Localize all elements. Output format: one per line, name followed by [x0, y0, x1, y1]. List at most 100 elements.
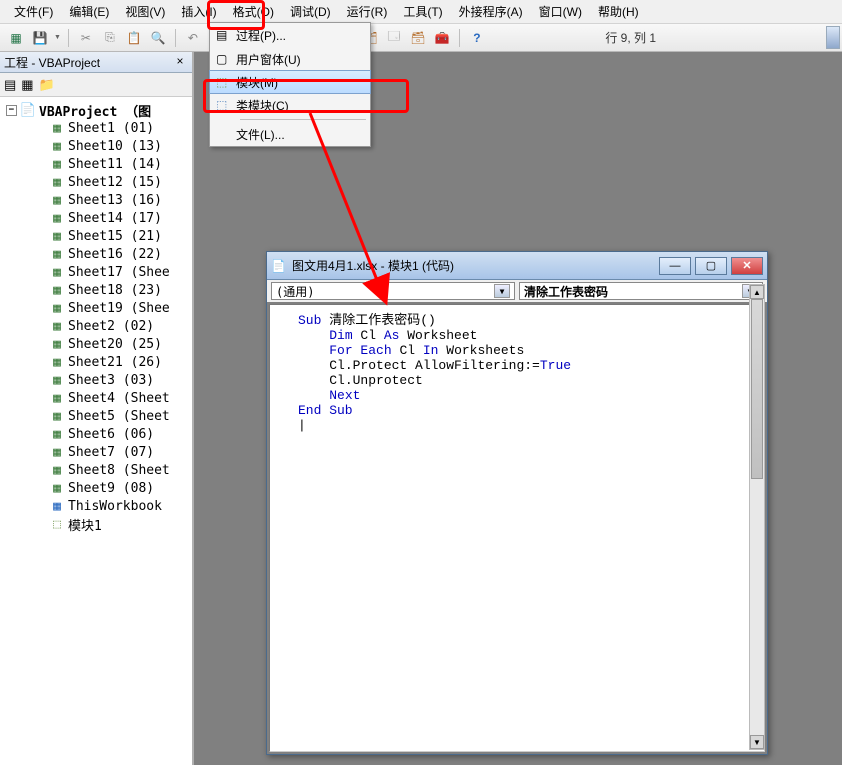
worksheet-icon: ▦: [50, 427, 64, 441]
folder-icon[interactable]: 📁: [39, 77, 55, 93]
project-pane-header: 工程 - VBAProject ×: [0, 52, 192, 73]
procedure-label: 过程(P)...: [236, 27, 286, 44]
classmodule-label: 类模块(C): [236, 97, 289, 114]
paste-icon[interactable]: 📋: [124, 28, 144, 48]
tree-sheet-item[interactable]: ▦Sheet13 (16): [2, 191, 190, 209]
copy-icon[interactable]: ⎘: [100, 28, 120, 48]
tree-sheet-item[interactable]: ▦Sheet3 (03): [2, 371, 190, 389]
worksheet-icon: ▦: [50, 283, 64, 297]
tree-sheet-item[interactable]: ▦Sheet12 (15): [2, 173, 190, 191]
tree-item-label: Sheet15 (21): [68, 229, 162, 244]
code-window-icon: 📄: [271, 259, 286, 273]
insert-file[interactable]: 文件(L)...: [210, 122, 370, 146]
vba-project-icon: 📄: [21, 103, 35, 117]
menu-file[interactable]: 文件(F): [6, 0, 61, 23]
undo-icon[interactable]: ↶: [183, 28, 203, 48]
worksheet-icon: ▦: [50, 337, 64, 351]
menu-window[interactable]: 窗口(W): [531, 0, 590, 23]
menu-help[interactable]: 帮助(H): [590, 0, 647, 23]
menu-tools[interactable]: 工具(T): [395, 0, 450, 23]
menu-insert[interactable]: 插入(I): [173, 0, 224, 23]
tree-sheet-item[interactable]: ▦Sheet21 (26): [2, 353, 190, 371]
close-button[interactable]: ✕: [731, 257, 763, 275]
project-tree: − 📄 VBAProject （图 ▦Sheet1 (01)▦Sheet10 (…: [0, 97, 192, 537]
procedure-dropdown[interactable]: 清除工作表密码 ▼: [519, 282, 763, 300]
menu-debug[interactable]: 调试(D): [282, 0, 339, 23]
tree-sheet-item[interactable]: ▦Sheet1 (01): [2, 119, 190, 137]
insert-procedure[interactable]: ▤ 过程(P)...: [210, 23, 370, 47]
tree-item-label: Sheet12 (15): [68, 175, 162, 190]
tree-item-label: Sheet3 (03): [68, 373, 154, 388]
code-window-titlebar[interactable]: 📄 图文用4月1.xlsx - 模块1 (代码) — ▢ ✕: [267, 252, 767, 280]
cut-icon[interactable]: ✂: [76, 28, 96, 48]
menu-run[interactable]: 运行(R): [339, 0, 396, 23]
project-pane-toolbar: ▤ ▦ 📁: [0, 73, 192, 97]
toolbar: ▦ 💾 ▼ ✂ ⎘ 📋 🔍 ↶ ↷ ▶ ⏸ ◼ 📐 🗂 🗔 🗃 🧰 ? 行 9,…: [0, 24, 842, 52]
menu-format[interactable]: 格式(O): [225, 0, 282, 23]
find-icon[interactable]: 🔍: [148, 28, 168, 48]
worksheet-icon: ▦: [50, 247, 64, 261]
code-content: Sub 清除工作表密码() Dim Cl As Worksheet For Ea…: [298, 309, 760, 433]
tree-sheet-item[interactable]: ▦Sheet4 (Sheet: [2, 389, 190, 407]
worksheet-icon: ▦: [50, 319, 64, 333]
menu-view[interactable]: 视图(V): [117, 0, 173, 23]
minimize-button[interactable]: —: [659, 257, 691, 275]
code-window: 📄 图文用4月1.xlsx - 模块1 (代码) — ▢ ✕ (通用) ▼ 清除…: [266, 251, 768, 755]
scroll-down-icon[interactable]: ▼: [750, 735, 764, 749]
tree-sheet-item[interactable]: ▦Sheet16 (22): [2, 245, 190, 263]
insert-module[interactable]: ⬚ 模块(M): [209, 70, 371, 94]
object-browser-icon[interactable]: 🗃: [408, 28, 428, 48]
tree-module[interactable]: ⬚ 模块1: [2, 515, 190, 533]
toolbar-grip: [826, 26, 840, 49]
tree-sheet-item[interactable]: ▦Sheet19 (Shee: [2, 299, 190, 317]
cursor-position: 行 9, 列 1: [605, 29, 656, 46]
view-code-icon[interactable]: ▤: [4, 77, 16, 93]
save-icon[interactable]: 💾: [30, 28, 50, 48]
worksheet-icon: ▦: [50, 445, 64, 459]
workbook-icon: ▦: [50, 499, 64, 513]
project-pane-title: 工程 - VBAProject: [4, 54, 100, 71]
menu-edit[interactable]: 编辑(E): [61, 0, 117, 23]
worksheet-icon: ▦: [50, 229, 64, 243]
project-pane-close[interactable]: ×: [172, 54, 188, 70]
tree-sheet-item[interactable]: ▦Sheet8 (Sheet: [2, 461, 190, 479]
tree-sheet-item[interactable]: ▦Sheet7 (07): [2, 443, 190, 461]
maximize-button[interactable]: ▢: [695, 257, 727, 275]
tree-sheet-item[interactable]: ▦ Sheet6 (06): [2, 425, 190, 443]
tree-sheet-item[interactable]: ▦Sheet9 (08): [2, 479, 190, 497]
tree-item-label: Sheet17 (Shee: [68, 265, 170, 280]
insert-userform[interactable]: ▢ 用户窗体(U): [210, 47, 370, 71]
vertical-scrollbar[interactable]: ▲ ▼: [749, 284, 765, 750]
toolbox-icon[interactable]: 🧰: [432, 28, 452, 48]
tree-sheet-item[interactable]: ▦Sheet2 (02): [2, 317, 190, 335]
code-dropdowns: (通用) ▼ 清除工作表密码 ▼: [267, 280, 767, 302]
scroll-up-icon[interactable]: ▲: [750, 285, 764, 299]
classmodule-icon: ⬚: [216, 98, 236, 112]
tree-sheet-item[interactable]: ▦Sheet5 (Sheet: [2, 407, 190, 425]
object-dropdown[interactable]: (通用) ▼: [271, 282, 515, 300]
tree-item-label: ThisWorkbook: [68, 499, 162, 514]
tree-sheet-item[interactable]: ▦Sheet11 (14): [2, 155, 190, 173]
menu-addins[interactable]: 外接程序(A): [451, 0, 531, 23]
userform-icon: ▢: [216, 52, 236, 66]
tree-item-label: Sheet11 (14): [68, 157, 162, 172]
tree-sheet-item[interactable]: ▦Sheet10 (13): [2, 137, 190, 155]
help-icon[interactable]: ?: [467, 28, 487, 48]
tree-item-label: Sheet4 (Sheet: [68, 391, 170, 406]
tree-sheet-item[interactable]: ▦Sheet17 (Shee: [2, 263, 190, 281]
expand-icon[interactable]: −: [6, 105, 17, 116]
tree-sheet-item[interactable]: ▦Sheet20 (25): [2, 335, 190, 353]
tree-sheet-item[interactable]: ▦Sheet18 (23): [2, 281, 190, 299]
tree-sheet-item[interactable]: ▦ Sheet15 (21): [2, 227, 190, 245]
view-object-icon[interactable]: ▦: [21, 77, 33, 93]
properties-icon[interactable]: 🗔: [384, 28, 404, 48]
insert-classmodule[interactable]: ⬚ 类模块(C): [210, 93, 370, 117]
code-editor[interactable]: Sub 清除工作表密码() Dim Cl As Worksheet For Ea…: [269, 304, 765, 752]
tree-sheet-item[interactable]: ▦Sheet14 (17): [2, 209, 190, 227]
procedure-icon: ▤: [216, 28, 236, 42]
excel-icon[interactable]: ▦: [6, 28, 26, 48]
scrollbar-thumb[interactable]: [751, 299, 763, 479]
tree-root[interactable]: − 📄 VBAProject （图: [2, 101, 190, 119]
tree-sheet-item[interactable]: ▦ ThisWorkbook: [2, 497, 190, 515]
tree-item-label: Sheet6 (06): [68, 427, 154, 442]
